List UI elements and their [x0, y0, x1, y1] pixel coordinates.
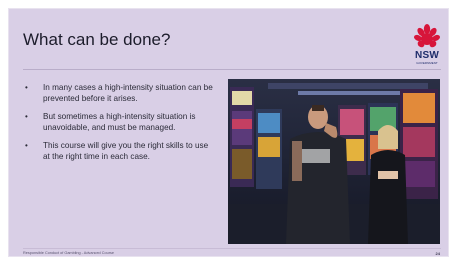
bullet-text: But sometimes a high-intensity situation…	[43, 112, 196, 132]
logo-text: NSW	[415, 50, 439, 61]
waratah-flower-icon	[414, 24, 440, 48]
video-still[interactable]	[228, 79, 440, 244]
logo-subtext: GOVERNMENT	[416, 61, 438, 65]
video-frame-image	[228, 79, 440, 244]
bullet-text: In many cases a high-intensity situation…	[43, 83, 213, 103]
presentation-slide: What can be done? NSW GOVERNMENT • In ma…	[9, 9, 448, 256]
footer-divider	[23, 248, 441, 249]
bullet-list: • In many cases a high-intensity situati…	[23, 82, 213, 169]
slide-title: What can be done?	[23, 30, 171, 49]
slide-page-number: 24	[435, 251, 440, 256]
bullet-item: • This course will give you the right sk…	[23, 140, 213, 162]
bullet-icon: •	[25, 112, 28, 121]
title-divider	[23, 69, 441, 70]
bullet-icon: •	[25, 83, 28, 92]
bullet-item: • In many cases a high-intensity situati…	[23, 82, 213, 104]
nsw-government-logo: NSW GOVERNMENT	[412, 23, 442, 67]
bullet-item: • But sometimes a high-intensity situati…	[23, 111, 213, 133]
bullet-text: This course will give you the right skil…	[43, 141, 209, 161]
footer-course-name: Responsible Conduct of Gambling - Advanc…	[23, 251, 114, 255]
bullet-icon: •	[25, 141, 28, 150]
